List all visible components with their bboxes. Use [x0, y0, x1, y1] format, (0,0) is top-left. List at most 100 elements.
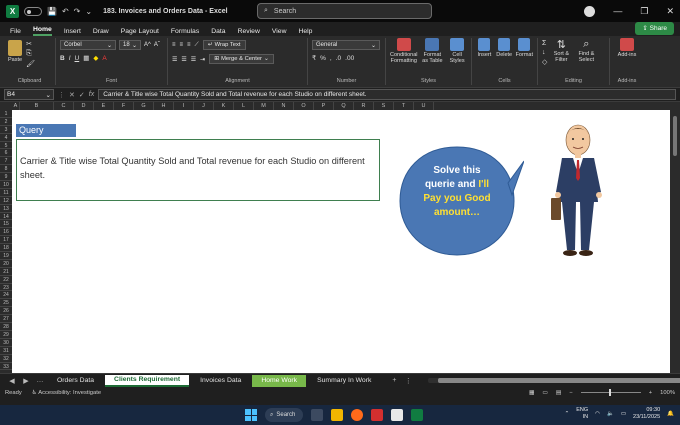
- column-header[interactable]: L: [234, 102, 254, 110]
- decrease-decimal-icon[interactable]: .00: [345, 55, 354, 62]
- enter-icon[interactable]: ✓: [79, 91, 85, 99]
- row-header[interactable]: 29: [0, 331, 12, 339]
- bold-icon[interactable]: B: [60, 55, 65, 62]
- row-header[interactable]: 32: [0, 355, 12, 363]
- fill-color-icon[interactable]: ◆: [93, 54, 98, 62]
- align-top-icon[interactable]: ≡: [172, 42, 176, 48]
- redo-icon[interactable]: ↷: [74, 7, 81, 16]
- grow-font-icon[interactable]: A^: [144, 42, 151, 48]
- page-break-view-icon[interactable]: ▤: [556, 390, 561, 396]
- addins-button[interactable]: Add-ins: [614, 38, 640, 58]
- column-header[interactable]: C: [54, 102, 74, 110]
- row-header[interactable]: 19: [0, 252, 12, 260]
- zoom-out-icon[interactable]: −: [569, 390, 572, 396]
- increase-decimal-icon[interactable]: .0: [336, 55, 341, 62]
- row-header[interactable]: 3: [0, 126, 12, 134]
- row-header[interactable]: 14: [0, 213, 12, 221]
- tab-draw[interactable]: Draw: [93, 28, 109, 36]
- percent-icon[interactable]: %: [320, 55, 326, 62]
- row-header[interactable]: 5: [0, 142, 12, 150]
- column-header[interactable]: Q: [334, 102, 354, 110]
- column-header[interactable]: S: [374, 102, 394, 110]
- merge-center-button[interactable]: ⊞ Merge & Center ⌄: [209, 54, 274, 64]
- column-header[interactable]: A: [12, 102, 20, 110]
- row-header[interactable]: 10: [0, 181, 12, 189]
- query-heading-cell[interactable]: Query: [16, 124, 76, 137]
- row-header[interactable]: 33: [0, 363, 12, 371]
- shrink-font-icon[interactable]: Aˇ: [154, 42, 160, 48]
- tab-formulas[interactable]: Formulas: [171, 28, 199, 36]
- maximize-button[interactable]: ❐: [640, 6, 648, 17]
- row-header[interactable]: 20: [0, 260, 12, 268]
- cancel-icon[interactable]: ✕: [69, 91, 75, 99]
- align-middle-icon[interactable]: ≡: [180, 42, 184, 48]
- minimize-button[interactable]: —: [613, 6, 622, 16]
- video-app-icon[interactable]: [371, 409, 383, 421]
- tab-review[interactable]: Review: [238, 28, 260, 36]
- column-header[interactable]: R: [354, 102, 374, 110]
- cut-icon[interactable]: ✂: [26, 40, 35, 48]
- column-header[interactable]: B: [20, 102, 54, 110]
- column-header[interactable]: M: [254, 102, 274, 110]
- underline-icon[interactable]: U: [75, 55, 80, 62]
- sheet-tab-clients-requirement[interactable]: Clients Requirement: [105, 374, 190, 387]
- avatar[interactable]: [584, 5, 596, 17]
- font-color-icon[interactable]: A: [102, 55, 106, 62]
- align-bottom-icon[interactable]: ≡: [187, 42, 191, 48]
- tab-help[interactable]: Help: [298, 28, 312, 36]
- column-header[interactable]: P: [314, 102, 334, 110]
- sheet-tab-home-work[interactable]: Home Work: [252, 374, 307, 387]
- wifi-icon[interactable]: ◠: [595, 411, 600, 417]
- normal-view-icon[interactable]: ▦: [529, 390, 534, 396]
- tab-page-layout[interactable]: Page Layout: [121, 28, 159, 36]
- query-text-cell[interactable]: Carrier & Title wise Total Quantity Sold…: [16, 139, 380, 201]
- column-header[interactable]: U: [414, 102, 434, 110]
- align-left-icon[interactable]: ☰: [172, 56, 177, 63]
- page-layout-view-icon[interactable]: ▭: [542, 390, 547, 396]
- zoom-in-icon[interactable]: +: [649, 390, 652, 396]
- sheet-tab-summary-in-work[interactable]: Summary In Work: [308, 375, 380, 387]
- excel-taskbar-icon[interactable]: [411, 409, 423, 421]
- column-header[interactable]: N: [274, 102, 294, 110]
- taskbar-search[interactable]: ⌕ Search: [265, 408, 303, 422]
- tab-data[interactable]: Data: [211, 28, 225, 36]
- accounting-icon[interactable]: ₹: [312, 54, 316, 62]
- zoom-slider[interactable]: [580, 389, 641, 396]
- column-header[interactable]: T: [394, 102, 414, 110]
- row-header[interactable]: 23: [0, 284, 12, 292]
- clear-icon[interactable]: ◇: [542, 58, 547, 66]
- horizontal-scrollbar[interactable]: [428, 378, 680, 383]
- language-indicator[interactable]: ENG IN: [576, 407, 588, 421]
- column-header[interactable]: I: [174, 102, 194, 110]
- column-header[interactable]: E: [94, 102, 114, 110]
- vertical-scrollbar[interactable]: [670, 102, 680, 373]
- customize-qat-icon[interactable]: ⌄: [85, 7, 92, 16]
- fill-icon[interactable]: ↓: [542, 49, 547, 56]
- number-format-dropdown[interactable]: General ⌄: [312, 40, 380, 50]
- close-button[interactable]: ✕: [666, 6, 674, 17]
- formula-input[interactable]: Carrier & Title wise Total Quantity Sold…: [98, 89, 676, 100]
- column-header[interactable]: F: [114, 102, 134, 110]
- indent-icon[interactable]: ⇥: [200, 56, 205, 63]
- file-explorer-icon[interactable]: [331, 409, 343, 421]
- column-header[interactable]: H: [154, 102, 174, 110]
- row-header[interactable]: 18: [0, 244, 12, 253]
- row-header[interactable]: 9: [0, 173, 12, 182]
- volume-icon[interactable]: 🔈: [607, 411, 614, 417]
- row-header[interactable]: 30: [0, 339, 12, 347]
- tab-file[interactable]: File: [10, 28, 21, 36]
- tray-overflow-icon[interactable]: ⌃: [565, 411, 570, 417]
- row-header[interactable]: 1: [0, 110, 12, 118]
- task-view-icon[interactable]: [311, 409, 323, 421]
- name-box[interactable]: B4 ⌄: [4, 89, 54, 100]
- orientation-icon[interactable]: ⟋: [195, 42, 199, 49]
- format-painter-icon[interactable]: 🖌: [26, 60, 35, 68]
- firefox-icon[interactable]: [351, 409, 363, 421]
- select-all-corner[interactable]: [0, 102, 12, 110]
- row-header[interactable]: 13: [0, 205, 12, 213]
- row-header[interactable]: 11: [0, 189, 12, 197]
- column-header[interactable]: O: [294, 102, 314, 110]
- row-header[interactable]: 6: [0, 149, 12, 158]
- row-header[interactable]: 22: [0, 276, 12, 284]
- align-center-icon[interactable]: ☰: [181, 56, 186, 63]
